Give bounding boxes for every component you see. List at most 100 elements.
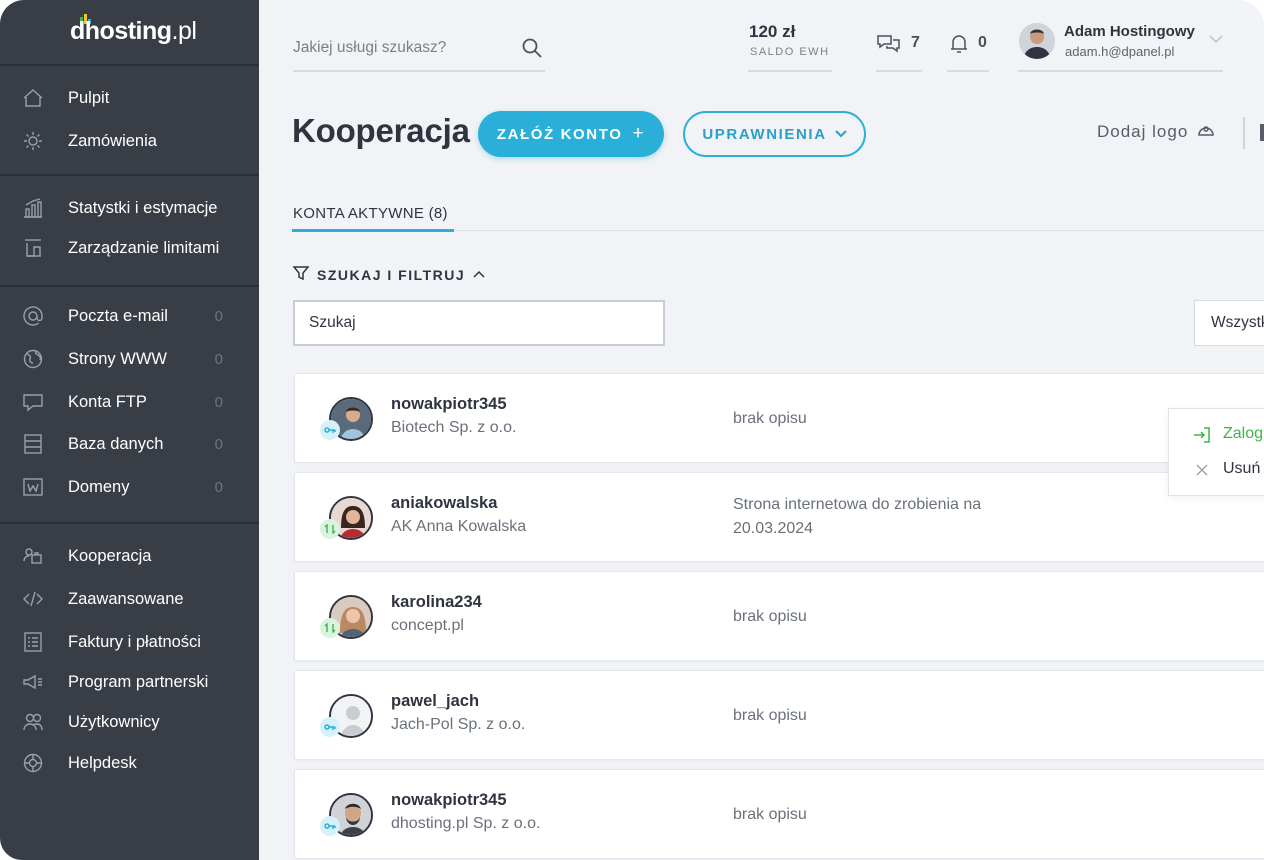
logo-bold: dhosting <box>70 17 172 45</box>
swap-icon <box>320 519 340 539</box>
sidebar-item-kooperacja[interactable]: Kooperacja <box>0 538 259 574</box>
messages-button[interactable]: 7 <box>876 28 922 72</box>
sidebar-divider <box>0 522 259 524</box>
add-logo-label: Dodaj logo <box>1097 122 1189 141</box>
sidebar-item-helpdesk[interactable]: Helpdesk <box>0 745 259 781</box>
sidebar-item-label: Zaawansowane <box>68 589 184 608</box>
tab-active-indicator <box>292 229 454 232</box>
notifications-button[interactable]: 0 <box>947 28 989 72</box>
create-account-button[interactable]: ZAŁÓŻ KONTO + <box>478 111 664 157</box>
megaphone-icon <box>22 671 44 693</box>
account-description: Strona internetowa do zrobienia na 20.03… <box>733 496 982 537</box>
user-name: Adam Hostingowy <box>1064 23 1195 40</box>
permissions-label: UPRAWNIENIA <box>702 125 827 143</box>
at-icon <box>22 305 44 327</box>
account-description: brak opisu <box>733 707 807 724</box>
cooperation-icon <box>22 545 44 567</box>
home-icon <box>22 87 44 109</box>
sidebar-item-statystyki[interactable]: Statystki i estymacje <box>0 190 259 226</box>
key-icon <box>320 420 340 440</box>
sidebar-item-label: Domeny <box>68 477 130 496</box>
header-divider <box>1243 117 1245 149</box>
filter-toggle[interactable]: SZUKAJ I FILTRUJ <box>292 265 485 284</box>
sidebar-item-partnerski[interactable]: Program partnerski <box>0 664 259 700</box>
image-icon <box>1198 122 1215 142</box>
sidebar-item-label: Statystki i estymacje <box>68 198 218 217</box>
search-icon[interactable] <box>521 37 543 59</box>
chart-icon <box>22 197 44 219</box>
sidebar-item-poczta[interactable]: Poczta e-mail 0 <box>0 298 259 334</box>
sidebar-item-faktury[interactable]: Faktury i płatności <box>0 624 259 660</box>
account-row[interactable]: karolina234 concept.pl brak opisu <box>294 571 1264 661</box>
filter-select[interactable]: Wszystkie <box>1194 300 1264 346</box>
global-search <box>293 28 545 72</box>
add-logo-button[interactable]: Dodaj logo <box>1097 122 1215 142</box>
sidebar-item-label: Program partnerski <box>68 672 209 691</box>
chat-icon <box>876 32 902 56</box>
sidebar-item-zaawansowane[interactable]: Zaawansowane <box>0 581 259 617</box>
sidebar-item-pulpit[interactable]: Pulpit <box>0 80 259 116</box>
sidebar-item-strony[interactable]: Strony WWW 0 <box>0 341 259 377</box>
search-input[interactable] <box>293 36 503 60</box>
chevron-down-icon <box>834 126 847 143</box>
sidebar-item-label: Użytkownicy <box>68 712 160 731</box>
account-login: nowakpiotr345 <box>391 395 507 413</box>
bulb-icon <box>22 130 44 152</box>
sidebar-item-count: 0 <box>214 307 223 325</box>
sidebar-divider <box>0 174 259 176</box>
account-description: brak opisu <box>733 410 807 427</box>
sidebar-item-ftp[interactable]: Konta FTP 0 <box>0 384 259 420</box>
sidebar-item-label: Faktury i płatności <box>68 632 201 651</box>
balance-label: SALDO EWH <box>750 46 830 58</box>
app-window: dhosting.pl Pulpit Zamówienia Statystki … <box>0 0 1264 860</box>
invoice-icon <box>22 631 44 653</box>
account-login: karolina234 <box>391 593 482 611</box>
account-row[interactable]: nowakpiotr345 Biotech Sp. z o.o. brak op… <box>294 373 1264 463</box>
sidebar-item-uzytkownicy[interactable]: Użytkownicy <box>0 704 259 740</box>
balance-widget[interactable]: 120 zł SALDO EWH <box>748 20 832 72</box>
globe-icon <box>22 348 44 370</box>
account-description: brak opisu <box>733 608 807 625</box>
sidebar-item-zamowienia[interactable]: Zamówienia <box>0 123 259 159</box>
key-icon <box>320 816 340 836</box>
close-icon <box>1193 462 1211 478</box>
account-company: Jach-Pol Sp. z o.o. <box>391 716 526 733</box>
user-menu[interactable]: Adam Hostingowy adam.h@dpanel.pl <box>1018 18 1223 72</box>
filter-search-input[interactable] <box>293 300 665 346</box>
account-row[interactable]: aniakowalska AK Anna Kowalska Strona int… <box>294 472 1264 562</box>
sidebar-item-domeny[interactable]: Domeny 0 <box>0 469 259 505</box>
sidebar-item-label: Kooperacja <box>68 546 152 565</box>
delete-label: Usuń <box>1223 460 1261 477</box>
page-title: Kooperacja <box>292 112 470 149</box>
sidebar: dhosting.pl Pulpit Zamówienia Statystki … <box>0 0 259 860</box>
tab-active-accounts[interactable]: KONTA AKTYWNE (8) <box>293 205 448 222</box>
database-icon <box>22 433 44 455</box>
login-as-menu-item[interactable]: Zaloguj <box>1169 420 1264 450</box>
sidebar-item-limity[interactable]: Zarządzanie limitami <box>0 230 259 266</box>
sidebar-divider <box>0 285 259 287</box>
bell-icon <box>947 32 973 56</box>
balance-amount: 120 zł <box>749 22 796 41</box>
account-login: nowakpiotr345 <box>391 791 507 809</box>
delete-menu-item[interactable]: Usuń <box>1169 455 1264 485</box>
account-row[interactable]: pawel_jach Jach-Pol Sp. z o.o. brak opis… <box>294 670 1264 760</box>
logo[interactable]: dhosting.pl <box>70 17 197 46</box>
folder-icon <box>22 391 44 413</box>
permissions-button[interactable]: UPRAWNIENIA <box>683 111 866 157</box>
login-icon <box>1193 427 1211 443</box>
login-as-label: Zaloguj <box>1223 425 1264 442</box>
sidebar-item-baza[interactable]: Baza danych 0 <box>0 426 259 462</box>
account-login: aniakowalska <box>391 494 498 512</box>
sidebar-item-label: Zarządzanie limitami <box>68 238 220 257</box>
users-icon <box>22 711 44 733</box>
swap-icon <box>320 618 340 638</box>
account-login: pawel_jach <box>391 692 480 710</box>
account-row[interactable]: nowakpiotr345 dhosting.pl Sp. z o.o. bra… <box>294 769 1264 859</box>
sidebar-item-count: 0 <box>214 350 223 368</box>
domain-icon <box>22 476 44 498</box>
key-icon <box>320 717 340 737</box>
header-cut-element <box>1260 124 1264 141</box>
account-company: dhosting.pl Sp. z o.o. <box>391 815 541 832</box>
sidebar-item-label: Helpdesk <box>68 753 137 772</box>
lifebuoy-icon <box>22 752 44 774</box>
